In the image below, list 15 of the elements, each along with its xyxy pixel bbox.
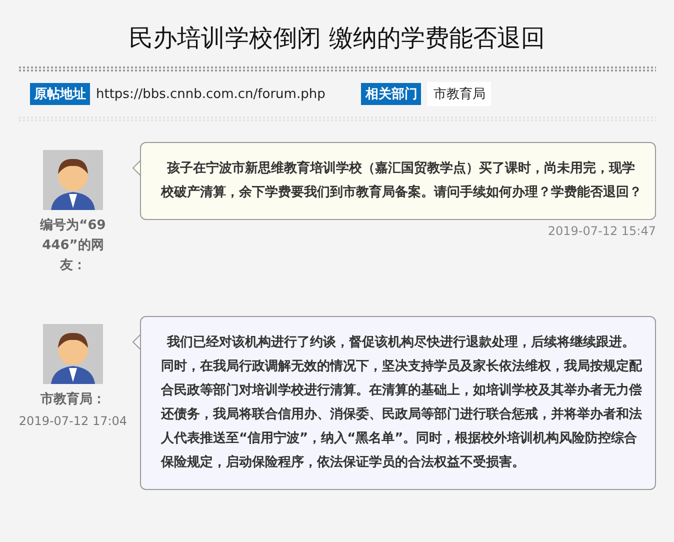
answer-text: 我们已经对该机构进行了约谈，督促该机构尽快进行退款处理，后续将继续跟进。同时，在我局行政调解无效的情况下，坚决支持学员及家长依法维权，我局按规定配合民政等部门对培训学校进行清算。在清算的基础上，如培训学校及其举办者无力偿还债务，我局将联合信用办、消保委、民政局等部门进行联合惩戒，并将举办者和法人代表推送至“信用宁波”，纳入“黑名单”。同时，根据校外培训机构风险防控综合保险规定，启动保险程序，依法保证学员的合法权益不受损害。 — [140, 316, 656, 490]
page-title: 民办培训学校倒闭 缴纳的学费能否退回 — [128, 23, 546, 54]
question-text: 孩子在宁波市新思维教育培训学校（嘉汇国贸教学点）买了课时，尚未用完，现学校破产清算，余下学费要我们到市教育局备案。请问手续如何办理？学费能否退回？ — [140, 142, 656, 220]
field-label: 相关部门 — [361, 83, 422, 105]
field-label: 原帖地址 — [30, 83, 90, 105]
author-name: 编号为“69446”的网友： — [38, 216, 107, 275]
avatar-icon — [43, 150, 103, 210]
reply-time: 2019-07-12 17:04 — [18, 414, 128, 428]
bubble-pointer — [132, 160, 141, 176]
avatar-icon — [43, 324, 103, 384]
department-tag: 市教育局 — [427, 82, 492, 106]
source-link[interactable]: https://bbs.cnnb.com.cn/forum.php — [96, 86, 326, 102]
bubble-pointer — [132, 334, 141, 350]
author-name: 市教育局： — [40, 390, 106, 409]
post-time: 2019-07-12 15:47 — [548, 224, 656, 238]
